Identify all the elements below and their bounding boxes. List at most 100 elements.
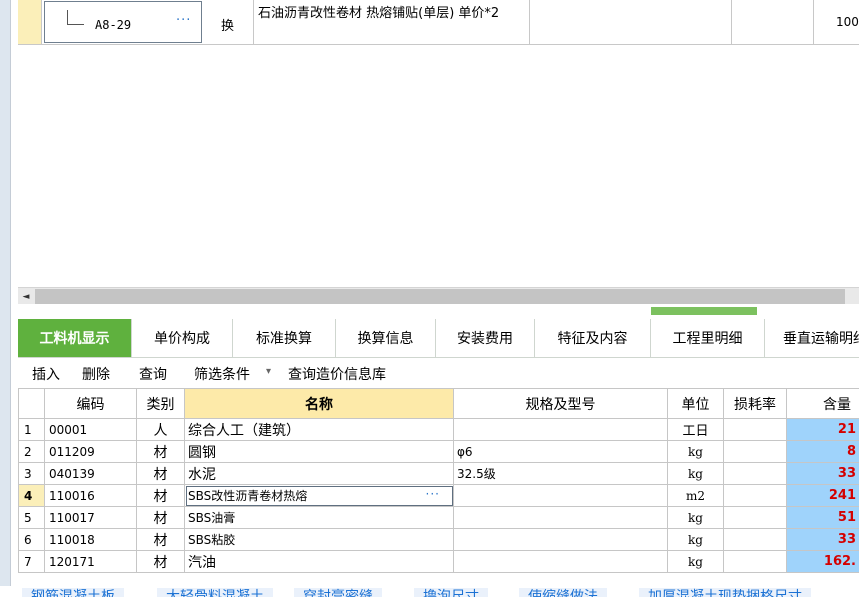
- feature-tag[interactable]: 使缩缝做法: [519, 588, 607, 597]
- row-unit[interactable]: kg: [667, 528, 724, 551]
- row-unit[interactable]: kg: [667, 440, 724, 463]
- row-category[interactable]: 材: [136, 484, 185, 507]
- column-header-quantity[interactable]: 含量: [786, 388, 859, 419]
- row-loss-rate[interactable]: [723, 462, 787, 485]
- table-row[interactable]: 2 011209 材 圆钢 φ6 kg 8: [18, 440, 859, 463]
- tab-price-composition[interactable]: 单价构成: [132, 319, 233, 357]
- table-row[interactable]: 5 110017 材 SBS油膏 kg 51: [18, 506, 859, 529]
- row-name[interactable]: 水泥: [184, 462, 454, 485]
- column-header-category[interactable]: 类别: [136, 388, 185, 419]
- row-quantity[interactable]: 51: [786, 506, 859, 529]
- row-name[interactable]: 圆钢: [184, 440, 454, 463]
- table-row[interactable]: 1 00001 人 综合人工（建筑） 工日 21: [18, 418, 859, 441]
- row-category[interactable]: 材: [136, 550, 185, 573]
- tab-install-fee[interactable]: 安装费用: [436, 319, 535, 357]
- column-header-unit[interactable]: 单位: [667, 388, 724, 419]
- splitter-grip[interactable]: [651, 307, 757, 315]
- quota-qty-cell[interactable]: 100: [814, 0, 859, 44]
- tab-vertical-transport[interactable]: 垂直运输明细: [765, 319, 859, 357]
- row-loss-rate[interactable]: [723, 506, 787, 529]
- column-header-index[interactable]: [18, 388, 45, 419]
- row-category[interactable]: 材: [136, 506, 185, 529]
- row-loss-rate[interactable]: [723, 440, 787, 463]
- feature-tag[interactable]: 钢筋混凝土板: [22, 588, 124, 597]
- row-code[interactable]: 040139: [44, 462, 137, 485]
- column-header-spec[interactable]: 规格及型号: [453, 388, 668, 419]
- column-header-name[interactable]: 名称: [184, 388, 454, 419]
- table-row[interactable]: 7 120171 材 汽油 kg 162.: [18, 550, 859, 573]
- price-db-button[interactable]: 查询造价信息库: [288, 364, 386, 384]
- row-unit[interactable]: kg: [667, 550, 724, 573]
- column-header-code[interactable]: 编码: [44, 388, 137, 419]
- row-spec[interactable]: 32.5级: [453, 462, 668, 485]
- row-unit[interactable]: kg: [667, 462, 724, 485]
- row-spec[interactable]: [453, 550, 668, 573]
- row-spec[interactable]: [453, 528, 668, 551]
- row-quantity[interactable]: 241: [786, 484, 859, 507]
- row-code[interactable]: 110018: [44, 528, 137, 551]
- column-header-loss-rate[interactable]: 损耗率: [723, 388, 787, 419]
- feature-tag[interactable]: 大轻骨料混凝土: [157, 588, 273, 597]
- row-quantity[interactable]: 21: [786, 418, 859, 441]
- scroll-left-icon[interactable]: ◄: [18, 288, 34, 305]
- delete-button[interactable]: 删除: [82, 364, 110, 384]
- row-spec[interactable]: [453, 484, 668, 507]
- row-code[interactable]: 110017: [44, 506, 137, 529]
- horizontal-scrollbar[interactable]: ◄: [18, 287, 859, 305]
- row-category[interactable]: 材: [136, 462, 185, 485]
- panel-splitter[interactable]: [18, 304, 859, 318]
- row-name-editor[interactable]: SBS改性沥青卷材热熔 ···: [184, 484, 454, 507]
- row-name[interactable]: SBS粘胶: [184, 528, 454, 551]
- row-indicator[interactable]: [18, 0, 42, 44]
- quota-code-cell[interactable]: A8-29 ···: [44, 1, 202, 43]
- row-name[interactable]: 汽油: [184, 550, 454, 573]
- row-quantity[interactable]: 33: [786, 528, 859, 551]
- quota-blank-cell[interactable]: [530, 0, 732, 44]
- row-name[interactable]: SBS油膏: [184, 506, 454, 529]
- tab-features[interactable]: 特征及内容: [535, 319, 651, 357]
- row-code[interactable]: 120171: [44, 550, 137, 573]
- insert-button[interactable]: 插入: [32, 364, 60, 384]
- quota-blank-cell[interactable]: [732, 0, 814, 44]
- quota-name-cell[interactable]: 石油沥青改性卷材 热熔铺贴(单层) 单价*2: [254, 0, 530, 44]
- tab-conversion-info[interactable]: 换算信息: [336, 319, 436, 357]
- filter-button[interactable]: 筛选条件: [194, 364, 250, 384]
- table-row-selected[interactable]: 4 110016 材 SBS改性沥青卷材热熔 ··· m2 241: [18, 484, 859, 507]
- row-code[interactable]: 00001: [44, 418, 137, 441]
- row-loss-rate[interactable]: [723, 484, 787, 507]
- table-row[interactable]: 3 040139 材 水泥 32.5级 kg 33: [18, 462, 859, 485]
- row-category[interactable]: 人: [136, 418, 185, 441]
- more-dots-icon[interactable]: ···: [176, 13, 191, 28]
- row-code[interactable]: 011209: [44, 440, 137, 463]
- row-code[interactable]: 110016: [44, 484, 137, 507]
- feature-tag-strip: 钢筋混凝土板 大轻骨料混凝土 穿封膏密缝 撸泡尺寸 使缩缝做法 加厚混凝土现垫捆…: [0, 586, 859, 597]
- feature-tag[interactable]: 加厚混凝土现垫捆格尺寸: [639, 588, 811, 597]
- row-quantity[interactable]: 162.: [786, 550, 859, 573]
- chevron-down-icon[interactable]: ▾: [266, 366, 271, 377]
- row-loss-rate[interactable]: [723, 528, 787, 551]
- tab-labor-material[interactable]: 工料机显示: [18, 319, 132, 357]
- row-loss-rate[interactable]: [723, 418, 787, 441]
- row-unit[interactable]: 工日: [667, 418, 724, 441]
- row-spec[interactable]: φ6: [453, 440, 668, 463]
- row-category[interactable]: 材: [136, 528, 185, 551]
- more-dots-icon[interactable]: ···: [426, 487, 450, 501]
- row-spec[interactable]: [453, 506, 668, 529]
- scrollbar-thumb[interactable]: [35, 289, 845, 304]
- row-spec[interactable]: [453, 418, 668, 441]
- feature-tag[interactable]: 撸泡尺寸: [414, 588, 488, 597]
- tab-standard-conversion[interactable]: 标准换算: [233, 319, 336, 357]
- row-unit[interactable]: kg: [667, 506, 724, 529]
- quota-row[interactable]: A8-29 ··· 换 石油沥青改性卷材 热熔铺贴(单层) 单价*2 100: [18, 0, 859, 45]
- feature-tag[interactable]: 穿封膏密缝: [294, 588, 382, 597]
- row-loss-rate[interactable]: [723, 550, 787, 573]
- table-row[interactable]: 6 110018 材 SBS粘胶 kg 33: [18, 528, 859, 551]
- row-name[interactable]: 综合人工（建筑）: [184, 418, 454, 441]
- quota-type-cell[interactable]: 换: [204, 0, 254, 44]
- query-button[interactable]: 查询: [139, 364, 167, 384]
- row-quantity[interactable]: 33: [786, 462, 859, 485]
- row-unit[interactable]: m2: [667, 484, 724, 507]
- row-category[interactable]: 材: [136, 440, 185, 463]
- tab-quantity-detail[interactable]: 工程里明细: [651, 319, 765, 357]
- row-quantity[interactable]: 8: [786, 440, 859, 463]
